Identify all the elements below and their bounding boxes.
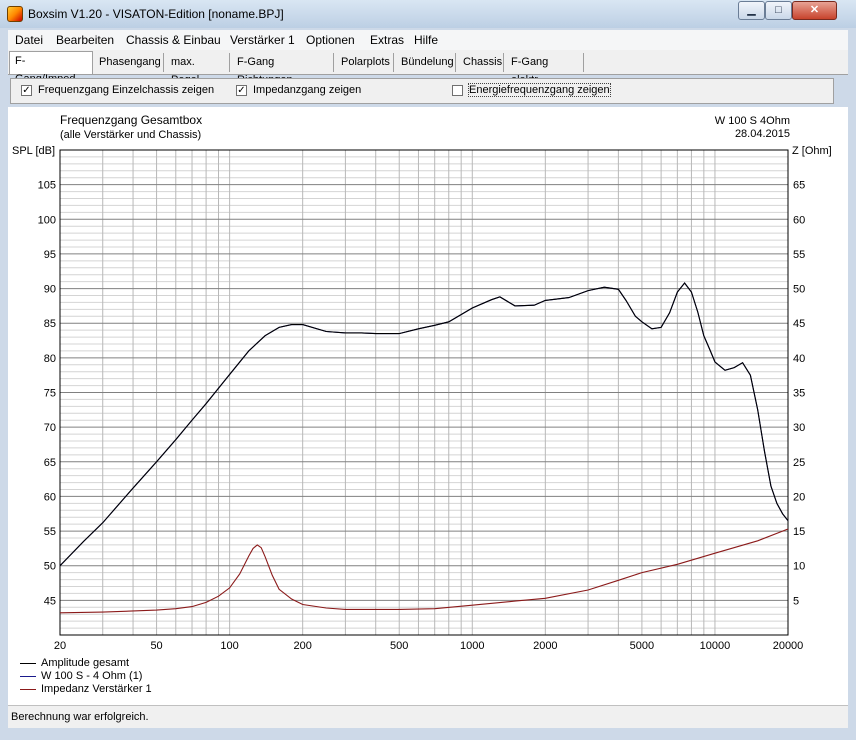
checkbox-einzelchassis-label: Frequenzgang Einzelchassis zeigen [38, 84, 215, 96]
series-amplitude-line [59, 282, 789, 567]
checkbox-energie-label: Energiefrequenzgang zeigen [468, 83, 611, 97]
y2-tick-label: 40 [793, 353, 805, 365]
menu-hilfe[interactable]: Hilfe [414, 33, 438, 47]
status-text: Berechnung war erfolgreich. [11, 711, 149, 723]
x-tick-label: 100 [220, 640, 238, 652]
y-tick-label: 100 [38, 214, 56, 226]
legend-amplitude-label: Amplitude gesamt [41, 657, 130, 669]
menu-chassis-einbau[interactable]: Chassis & Einbau [126, 33, 221, 47]
tab-max-pegel[interactable]: max. Pegel [166, 53, 230, 86]
checkbox-energie[interactable] [452, 85, 463, 96]
minimize-icon: ▁ [747, 4, 756, 16]
legend-chassis-label: W 100 S - 4 Ohm (1) [41, 670, 143, 682]
y2-tick-label: 20 [793, 491, 805, 503]
y2-tick-label: 35 [793, 388, 805, 400]
status-bar: Berechnung war erfolgreich. [8, 705, 848, 728]
y-tick-label: 60 [44, 491, 56, 503]
y-tick-label: 65 [44, 457, 56, 469]
y-tick-label: 70 [44, 422, 56, 434]
legend-chassis-swatch [20, 675, 36, 677]
x-tick-label: 200 [293, 640, 311, 652]
y2-tick-label: 5 [793, 595, 799, 607]
y-tick-label: 90 [44, 284, 56, 296]
x-tick-label: 50 [150, 640, 162, 652]
x-tick-label: 2000 [533, 640, 557, 652]
checkbox-einzelchassis[interactable]: ✓ [21, 85, 32, 96]
y2-tick-label: 45 [793, 318, 805, 330]
y2-tick-label: 60 [793, 214, 805, 226]
y2-tick-label: 15 [793, 526, 805, 538]
close-button[interactable]: ✕ [792, 1, 837, 20]
tab-fgang-imped[interactable]: F-Gang/Imped. [9, 51, 93, 85]
y-tick-label: 85 [44, 318, 56, 330]
tab-chassis[interactable]: Chassis [458, 53, 504, 72]
minimize-button[interactable]: ▁ [738, 1, 765, 20]
y2-tick-label: 50 [793, 284, 805, 296]
menu-extras[interactable]: Extras [370, 33, 404, 47]
x-tick-label: 20000 [773, 640, 804, 652]
checkbox-impedanz-label: Impedanzgang zeigen [253, 84, 362, 96]
x-tick-label: 10000 [700, 640, 731, 652]
y-tick-label: 75 [44, 388, 56, 400]
y2-tick-label: 65 [793, 180, 805, 192]
tab-fgang-richtungen[interactable]: F-Gang Richtungen [232, 53, 334, 86]
tab-polarplots[interactable]: Polarplots [336, 53, 394, 72]
maximize-icon: □ [775, 4, 782, 16]
y-tick-label: 80 [44, 353, 56, 365]
tab-fgang-elektr[interactable]: F-Gang elektr. [506, 53, 584, 86]
tab-bar: F-Gang/Imped. Phasengang max. Pegel F-Ga… [8, 50, 848, 86]
y-tick-label: 55 [44, 526, 56, 538]
y2-tick-label: 10 [793, 561, 805, 573]
close-icon: ✕ [809, 4, 820, 16]
frequency-response-chart: 45 50 55 60 65 70 75 80 85 90 95 100 105 5 10 15 20 25 30 3… [38, 149, 805, 652]
window-title: Boxsim V1.20 - VISATON-Edition [noname.B… [28, 7, 284, 21]
options-row: ✓ Frequenzgang Einzelchassis zeigen ✓ Im… [10, 78, 834, 104]
x-tick-label: 500 [390, 640, 408, 652]
y-tick-label: 45 [44, 595, 56, 607]
y-tick-label: 50 [44, 561, 56, 573]
chart-panel: Frequenzgang Gesamtbox (alle Verstärker … [8, 107, 848, 705]
maximize-button[interactable]: □ [765, 1, 792, 20]
x-tick-label: 5000 [630, 640, 654, 652]
menu-bar: Datei Bearbeiten Chassis & Einbau Verstä… [8, 30, 848, 50]
x-tick-label: 1000 [460, 640, 484, 652]
legend-chassis: W 100 S - 4 Ohm (1) [20, 670, 142, 682]
series-chassis-line [59, 282, 789, 567]
tab-phasengang[interactable]: Phasengang [94, 53, 164, 72]
y2-tick-label: 25 [793, 457, 805, 469]
y2-tick-label: 55 [793, 249, 805, 261]
app-icon [7, 6, 23, 22]
x-tick-label: 20 [54, 640, 66, 652]
menu-bearbeiten[interactable]: Bearbeiten [56, 33, 114, 47]
title-bar: Boxsim V1.20 - VISATON-Edition [noname.B… [0, 0, 856, 28]
legend-impedance-swatch [20, 688, 36, 690]
legend-amplitude: Amplitude gesamt [20, 657, 129, 669]
y-tick-label: 95 [44, 249, 56, 261]
y-tick-label: 105 [38, 180, 56, 192]
legend-amplitude-swatch [20, 662, 36, 664]
y2-tick-label: 30 [793, 422, 805, 434]
menu-verstaerker[interactable]: Verstärker 1 [230, 33, 295, 47]
legend-impedance: Impedanz Verstärker 1 [20, 683, 152, 695]
menu-datei[interactable]: Datei [15, 33, 43, 47]
tab-buendelung[interactable]: Bündelung [396, 53, 456, 72]
menu-optionen[interactable]: Optionen [306, 33, 355, 47]
checkbox-impedanz[interactable]: ✓ [236, 85, 247, 96]
legend-impedance-label: Impedanz Verstärker 1 [41, 683, 152, 695]
